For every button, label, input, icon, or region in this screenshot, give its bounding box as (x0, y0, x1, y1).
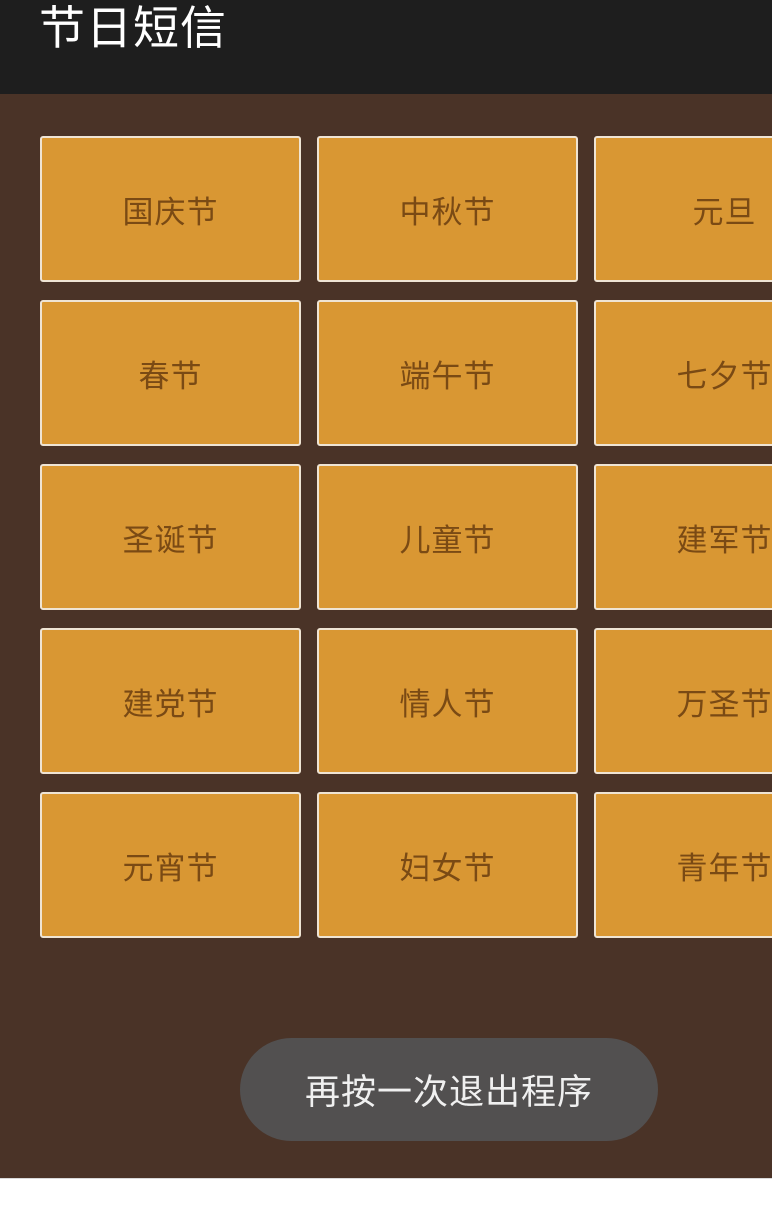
festival-tile-shengdan[interactable]: 圣诞节 (40, 464, 301, 610)
festival-tile-qingnian[interactable]: 青年节 (594, 792, 772, 938)
festival-tile-label: 万圣节 (676, 686, 772, 723)
festival-tile-label: 七夕节 (676, 358, 772, 395)
title-bar: 节日短信 (0, 0, 772, 94)
festival-tile-label: 元旦 (692, 194, 757, 231)
festival-tile-wansheng[interactable]: 万圣节 (594, 628, 772, 774)
festival-tile-yuanxiao[interactable]: 元宵节 (40, 792, 301, 938)
festival-tile-label: 国庆节 (122, 194, 219, 231)
festival-tile-jiandang[interactable]: 建党节 (40, 628, 301, 774)
bottom-strip (0, 1178, 772, 1216)
festival-tile-chunjie[interactable]: 春节 (40, 300, 301, 446)
festival-tile-label: 青年节 (676, 850, 772, 887)
festival-tile-zhongqiu[interactable]: 中秋节 (317, 136, 578, 282)
page-title: 节日短信 (39, 1, 227, 55)
festival-tile-label: 妇女节 (399, 850, 496, 887)
festival-tile-label: 元宵节 (122, 850, 219, 887)
festival-tile-label: 圣诞节 (122, 522, 219, 559)
festival-grid: 国庆节 中秋节 元旦 春节 端午节 七夕节 圣诞节 儿童节 建军节 建党节 情人… (40, 136, 772, 938)
toast-message: 再按一次退出程序 (304, 1073, 593, 1113)
festival-tile-yuandan[interactable]: 元旦 (594, 136, 772, 282)
festival-tile-jianjun[interactable]: 建军节 (594, 464, 772, 610)
festival-tile-label: 端午节 (399, 358, 496, 395)
festival-tile-label: 建军节 (676, 522, 772, 559)
festival-tile-qixi[interactable]: 七夕节 (594, 300, 772, 446)
festival-tile-funv[interactable]: 妇女节 (317, 792, 578, 938)
festival-tile-label: 儿童节 (399, 522, 496, 559)
festival-tile-guoqing[interactable]: 国庆节 (40, 136, 301, 282)
festival-tile-duanwu[interactable]: 端午节 (317, 300, 578, 446)
festival-tile-label: 春节 (138, 358, 203, 395)
festival-tile-label: 建党节 (122, 686, 219, 723)
exit-toast: 再按一次退出程序 (240, 1038, 658, 1141)
festival-tile-ertong[interactable]: 儿童节 (317, 464, 578, 610)
festival-tile-qingren[interactable]: 情人节 (317, 628, 578, 774)
festival-tile-label: 情人节 (399, 686, 496, 723)
festival-tile-label: 中秋节 (399, 194, 496, 231)
app-window: 节日短信 国庆节 中秋节 元旦 春节 端午节 七夕节 圣诞节 儿童节 建军节 建… (0, 0, 772, 1178)
